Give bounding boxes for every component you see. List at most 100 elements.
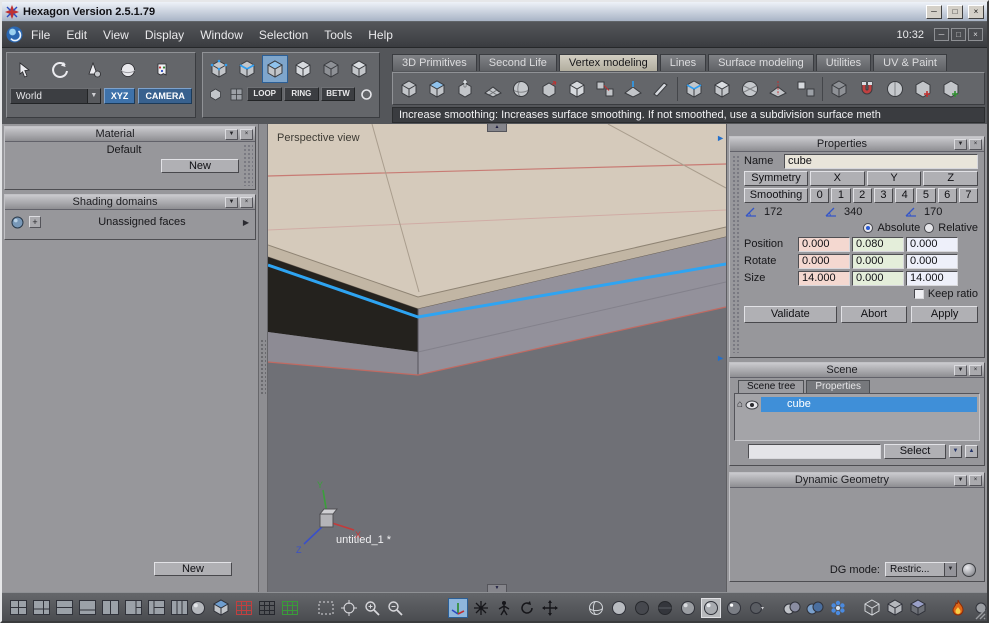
layout-quad-icon[interactable] <box>8 598 28 618</box>
symmetry-button[interactable]: Symmetry <box>744 170 808 186</box>
rotate-manipulator-icon[interactable] <box>517 598 537 618</box>
scene-collapse-button[interactable]: ▼ <box>954 364 967 376</box>
relative-radio[interactable] <box>924 223 935 233</box>
ambient-flower-icon[interactable] <box>828 598 848 618</box>
copy-tool-icon[interactable] <box>792 74 820 103</box>
ghost-manipulator-icon[interactable] <box>146 55 177 85</box>
menubar-restore-button[interactable]: □ <box>951 28 966 41</box>
scene-search-input[interactable] <box>748 444 881 459</box>
viewport-bottom-collapse-handle[interactable]: ▼ <box>487 584 507 592</box>
layout-vsplit-icon[interactable] <box>100 598 120 618</box>
select-edges-cube-icon[interactable] <box>234 55 260 83</box>
ring-button[interactable]: RING <box>284 87 319 101</box>
material-panel-grip[interactable] <box>243 144 253 186</box>
shading-expand-arrow-icon[interactable]: ▶ <box>243 218 249 227</box>
thickness-tool-icon[interactable] <box>825 74 853 103</box>
size-y-input[interactable]: 0.000 <box>852 270 904 286</box>
textured-cube-icon[interactable] <box>211 598 231 618</box>
bridge-tool-icon[interactable] <box>591 74 619 103</box>
shading-textured-icon[interactable] <box>724 598 744 618</box>
close-button[interactable]: × <box>968 4 984 19</box>
decimate-tool-icon[interactable] <box>736 74 764 103</box>
select-faces-cube-icon[interactable] <box>262 55 288 83</box>
select-vertices-cube-icon[interactable] <box>206 55 232 83</box>
tab-vertex-modeling[interactable]: Vertex modeling <box>558 54 658 71</box>
absolute-radio-label[interactable]: Absolute <box>877 222 920 234</box>
menu-selection[interactable]: Selection <box>251 24 316 46</box>
scene-tree-row-cube[interactable]: ⌂ cube <box>737 397 977 412</box>
shading-dark-icon[interactable] <box>632 598 652 618</box>
tab-scene-tree[interactable]: Scene tree <box>738 380 805 393</box>
marquee-select-icon[interactable] <box>316 598 336 618</box>
smoothing-level-3-button[interactable]: 3 <box>873 187 893 203</box>
dropdown-arrow-icon[interactable]: ▼ <box>86 89 100 103</box>
smoothing-button[interactable]: Smoothing <box>744 187 808 203</box>
pose-figure-icon[interactable] <box>494 598 514 618</box>
size-z-input[interactable]: 14.000 <box>906 270 958 286</box>
grid-dark-icon[interactable] <box>257 598 277 618</box>
viewport-top-collapse-handle[interactable]: ▲ <box>487 124 507 132</box>
perspective-viewport[interactable]: Perspective view untitled_1 * Y X Z ▲ ▼ … <box>268 124 726 592</box>
shading-smooth-selected-icon[interactable] <box>701 597 721 618</box>
stereo-view-blue-icon[interactable] <box>805 598 825 618</box>
orbit-rotate-icon[interactable] <box>44 55 75 85</box>
dg-close-button[interactable]: × <box>969 474 982 486</box>
add-shading-domain-button[interactable]: + <box>29 216 41 228</box>
bevel-tool-icon[interactable] <box>708 74 736 103</box>
extrude-surface-tool-icon[interactable] <box>451 74 479 103</box>
tab-3d-primitives[interactable]: 3D Primitives <box>392 54 477 71</box>
magnet-tool-icon[interactable] <box>853 74 881 103</box>
menu-file[interactable]: File <box>23 24 58 46</box>
smoothing-level-5-button[interactable]: 5 <box>916 187 936 203</box>
menu-display[interactable]: Display <box>137 24 192 46</box>
position-x-input[interactable]: 0.000 <box>798 236 850 252</box>
dg-mode-select[interactable]: Restric... ▼ <box>885 562 957 577</box>
tab-surface-modeling[interactable]: Surface modeling <box>708 54 814 71</box>
sweep-tool-icon[interactable] <box>619 74 647 103</box>
tab-utilities[interactable]: Utilities <box>815 54 872 71</box>
properties-close-button[interactable]: × <box>969 138 982 150</box>
tab-second-life[interactable]: Second Life <box>478 54 557 71</box>
dg-collapse-button[interactable]: ▼ <box>954 474 967 486</box>
rotate-x-input[interactable]: 0.000 <box>798 253 850 269</box>
manipulator-axes-icon[interactable] <box>448 597 468 618</box>
layout-columns-icon[interactable] <box>169 598 189 618</box>
betw-button[interactable]: BETW <box>320 87 356 101</box>
menu-edit[interactable]: Edit <box>58 24 95 46</box>
material-collapse-button[interactable]: ▼ <box>225 128 238 140</box>
menu-window[interactable]: Window <box>192 24 251 46</box>
menu-help[interactable]: Help <box>360 24 401 46</box>
scene-spin-down-button[interactable]: ▼ <box>949 445 962 458</box>
visibility-eye-icon[interactable] <box>745 400 759 410</box>
symmetry-tool-icon[interactable] <box>764 74 792 103</box>
keep-ratio-label[interactable]: Keep ratio <box>928 288 978 300</box>
select-object-cube-icon[interactable] <box>290 55 316 83</box>
symmetry-y-button[interactable]: Y <box>866 170 922 186</box>
world-space-select[interactable]: World ▼ <box>10 88 101 104</box>
snap-grid-icon[interactable] <box>227 86 246 102</box>
shading-hidden-line-icon[interactable] <box>655 598 675 618</box>
cube-wireframe-icon[interactable] <box>862 598 882 618</box>
sphere-tool-icon[interactable] <box>112 55 143 85</box>
position-y-input[interactable]: 0.080 <box>852 236 904 252</box>
stretch-tool-icon[interactable] <box>881 74 909 103</box>
select-arrow-icon[interactable] <box>10 55 41 85</box>
xyz-axes-button[interactable]: XYZ <box>103 88 136 104</box>
menu-view[interactable]: View <box>95 24 137 46</box>
weld-tool-icon[interactable] <box>423 74 451 103</box>
abort-button[interactable]: Abort <box>840 306 908 323</box>
maximize-button[interactable]: □ <box>947 4 963 19</box>
rotate-z-input[interactable]: 0.000 <box>906 253 958 269</box>
stereo-view-icon[interactable] <box>782 598 802 618</box>
menu-tools[interactable]: Tools <box>316 24 360 46</box>
cube-shaded-icon[interactable] <box>908 598 928 618</box>
shading-wireframe-icon[interactable] <box>586 598 606 618</box>
material-new-button[interactable]: New <box>161 159 239 173</box>
size-x-input[interactable]: 14.000 <box>798 270 850 286</box>
relative-radio-label[interactable]: Relative <box>938 222 978 234</box>
smoothing-level-7-button[interactable]: 7 <box>958 187 978 203</box>
splitter-grip[interactable] <box>260 339 266 396</box>
camera-button[interactable]: CAMERA <box>138 88 192 104</box>
rotate-y-input[interactable]: 0.000 <box>852 253 904 269</box>
shading-sphere-icon[interactable] <box>11 216 24 229</box>
